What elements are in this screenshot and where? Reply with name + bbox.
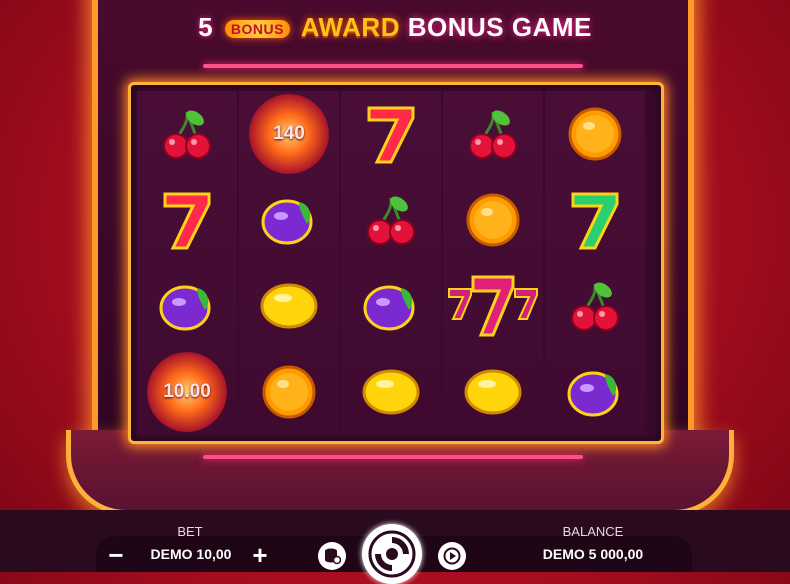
bet-label: BET (177, 524, 203, 539)
reel-symbol-triple-seven (443, 263, 543, 349)
game-title: 5 BONUS AWARD BONUS GAME (0, 12, 790, 43)
reel-symbol-cherry (137, 91, 237, 177)
fast-play-icon (443, 547, 461, 565)
seven-green-icon (571, 192, 619, 250)
reel-symbol-seven-red (341, 91, 441, 177)
plum-icon (363, 285, 415, 331)
reel-symbol-coin: 10.00 (137, 349, 237, 435)
plum-icon (159, 285, 211, 331)
cherry-icon (469, 110, 517, 159)
spin-button[interactable] (362, 524, 422, 584)
cherry-icon (571, 282, 619, 331)
seven-red-icon (367, 106, 415, 164)
reel-symbol-coin: 140 (239, 91, 339, 177)
autoplay-settings-button[interactable] (318, 542, 346, 570)
bottom-neon-line (203, 455, 583, 459)
reel-symbol-seven-red (137, 177, 237, 263)
reel-symbol-orange (545, 91, 645, 177)
reel-symbol-orange (239, 349, 339, 435)
turbo-button[interactable] (438, 542, 466, 570)
orange-icon (262, 365, 316, 419)
reel-symbol-seven-green (545, 177, 645, 263)
title-count: 5 (198, 12, 214, 42)
triple-seven-icon (448, 275, 538, 337)
reel-symbol-lemon (341, 349, 441, 435)
bet-value: DEMO 10,00 (150, 546, 232, 562)
reel-symbol-lemon (239, 263, 339, 349)
cherry-icon (367, 196, 415, 245)
lemon-icon (260, 283, 318, 329)
reel-symbol-cherry (341, 177, 441, 263)
reel-symbol-cherry (545, 263, 645, 349)
plum-icon (567, 371, 619, 417)
coin-value: 140 (249, 94, 329, 174)
reel-symbol-lemon (443, 349, 543, 435)
lemon-icon (362, 369, 420, 415)
bet-decrease-button[interactable]: − (104, 542, 128, 568)
reel-symbol-orange (443, 177, 543, 263)
top-neon-line (203, 64, 583, 68)
coin-value: 10.00 (147, 352, 227, 432)
orange-icon (568, 107, 622, 161)
seven-red-icon (163, 192, 211, 250)
cherry-icon (163, 110, 211, 159)
reel-symbol-plum (341, 263, 441, 349)
reel-symbol-plum (545, 349, 645, 435)
reel-symbol-cherry (443, 91, 543, 177)
bet-increase-button[interactable]: + (248, 542, 272, 568)
lemon-icon (464, 369, 522, 415)
title-rest: BONUS GAME (407, 12, 592, 42)
reel-symbol-plum (239, 177, 339, 263)
orange-icon (466, 193, 520, 247)
reel-grid: 140 10.00 (128, 82, 664, 444)
reel-symbol-plum (137, 263, 237, 349)
balance-label: BALANCE (562, 524, 624, 539)
plum-icon (261, 199, 313, 245)
title-award: AWARD (300, 12, 400, 42)
bonus-coin-icon: BONUS (224, 20, 290, 39)
coins-gear-icon (325, 548, 341, 565)
balance-value: DEMO 5 000,00 (542, 546, 644, 562)
